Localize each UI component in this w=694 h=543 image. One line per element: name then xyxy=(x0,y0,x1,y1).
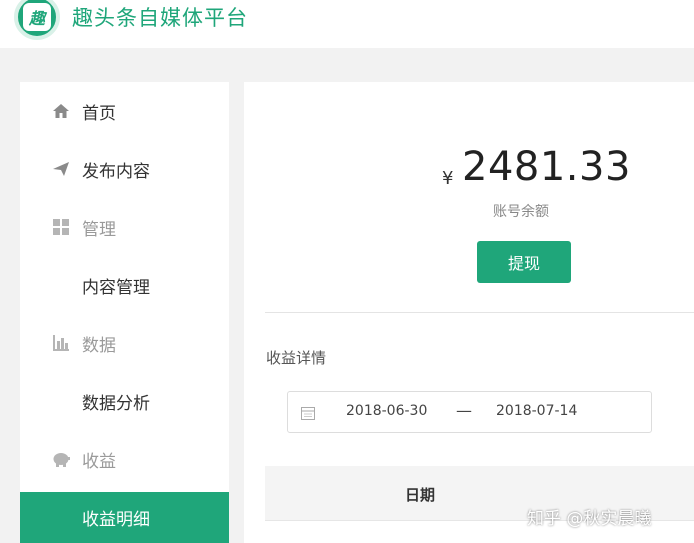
column-header-date: 日期 xyxy=(405,486,436,504)
earnings-detail-title: 收益详情 xyxy=(266,349,327,367)
sidebar-item-data-analysis[interactable]: 数据分析 xyxy=(20,372,229,430)
sidebar-section-earnings[interactable]: 收益 xyxy=(20,430,229,488)
grid-icon xyxy=(52,218,70,236)
sidebar-item-label: 首页 xyxy=(82,103,116,124)
withdraw-button[interactable]: 提现 xyxy=(477,241,571,283)
bar-chart-icon xyxy=(52,334,70,352)
app-title: 趣头条自媒体平台 xyxy=(72,6,248,30)
top-bar: 趣 趣头条自媒体平台 xyxy=(0,0,694,48)
date-separator: — xyxy=(456,401,472,420)
sidebar-item-publish[interactable]: 发布内容 xyxy=(20,140,229,198)
sidebar: 首页 发布内容 管理 内容管理 数据 数据分析 收益 收益明细 xyxy=(20,82,229,543)
date-start-input[interactable]: 2018-06-30 xyxy=(346,403,427,419)
date-end-input[interactable]: 2018-07-14 xyxy=(496,403,577,419)
calendar-icon xyxy=(301,405,315,420)
sidebar-item-label: 内容管理 xyxy=(82,277,150,298)
sidebar-item-label: 收益 xyxy=(82,451,116,472)
sidebar-item-label: 收益明细 xyxy=(82,510,150,530)
send-icon xyxy=(52,160,70,178)
balance-amount: 2481.33 xyxy=(462,144,631,190)
sidebar-item-home[interactable]: 首页 xyxy=(20,82,229,140)
sidebar-item-label: 管理 xyxy=(82,219,116,240)
piggy-bank-icon xyxy=(52,450,70,468)
sidebar-section-data[interactable]: 数据 xyxy=(20,314,229,372)
sidebar-item-content-management[interactable]: 内容管理 xyxy=(20,256,229,314)
sidebar-item-earnings-detail[interactable]: 收益明细 xyxy=(20,492,229,543)
sidebar-item-label: 数据 xyxy=(82,335,116,356)
sidebar-section-manage[interactable]: 管理 xyxy=(20,198,229,256)
currency-symbol: ¥ xyxy=(442,168,454,189)
logo-char: 趣 xyxy=(23,3,51,31)
watermark: 知乎 @秋实晨曦 xyxy=(527,509,652,529)
balance-label: 账号余额 xyxy=(493,204,549,220)
app-logo[interactable]: 趣 xyxy=(14,0,60,40)
home-icon xyxy=(52,102,70,120)
date-range-picker[interactable]: 2018-06-30 — 2018-07-14 xyxy=(287,391,652,433)
section-divider xyxy=(265,312,694,313)
sidebar-item-label: 发布内容 xyxy=(82,161,150,182)
sidebar-item-label: 数据分析 xyxy=(82,393,150,414)
